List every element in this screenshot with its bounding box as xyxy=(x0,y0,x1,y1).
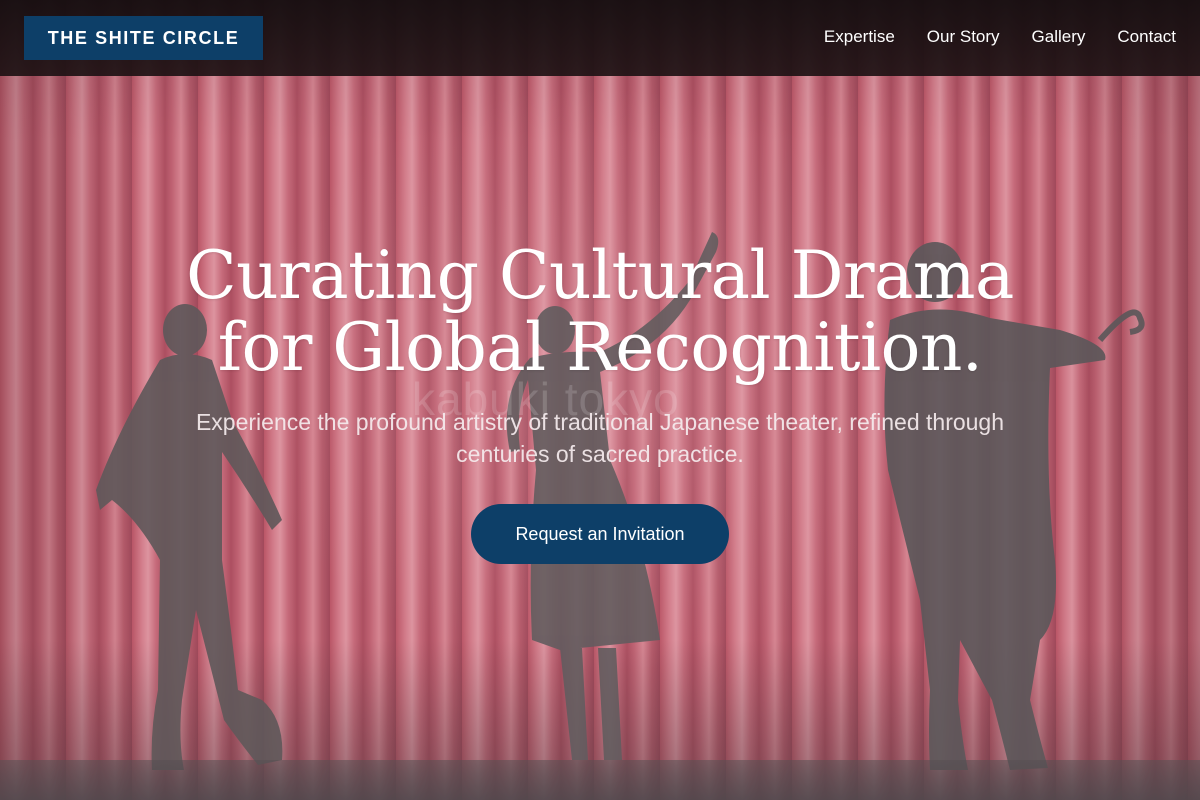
hero-title-line-2: for Global Recognition. xyxy=(217,309,983,386)
main-navigation: Expertise Our Story Gallery Contact xyxy=(824,27,1176,47)
nav-link-our-story[interactable]: Our Story xyxy=(927,27,1000,47)
nav-link-gallery[interactable]: Gallery xyxy=(1032,27,1086,47)
hero-title-line-1: Curating Cultural Drama xyxy=(186,237,1014,314)
hero-title: Curating Cultural Drama for Global Recog… xyxy=(0,240,1200,384)
nav-link-expertise[interactable]: Expertise xyxy=(824,27,895,47)
request-invitation-button[interactable]: Request an Invitation xyxy=(471,504,729,564)
nav-link-contact[interactable]: Contact xyxy=(1117,27,1176,47)
site-header: THE SHITE CIRCLE Expertise Our Story Gal… xyxy=(0,0,1200,76)
hero-subtitle: Experience the profound artistry of trad… xyxy=(195,409,1005,467)
hero-section: Curating Cultural Drama for Global Recog… xyxy=(0,240,1200,564)
brand-logo[interactable]: THE SHITE CIRCLE xyxy=(24,16,263,60)
